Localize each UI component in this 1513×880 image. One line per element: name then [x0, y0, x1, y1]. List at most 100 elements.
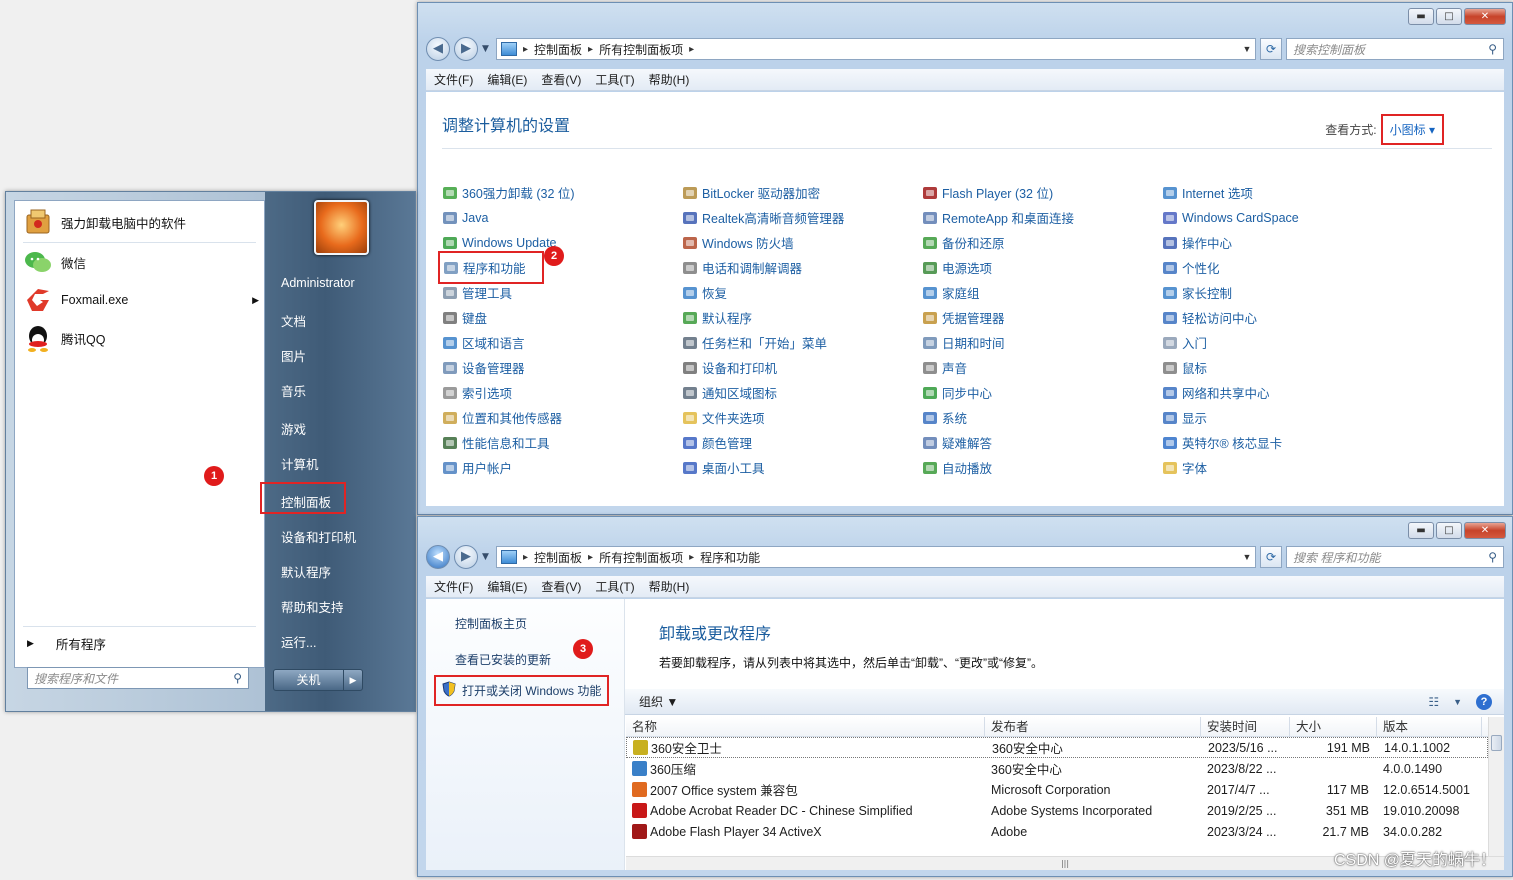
breadcrumb-item[interactable]: 所有控制面板项 [599, 549, 683, 566]
control-panel-item[interactable]: Internet 选项 [1162, 180, 1402, 205]
control-panel-item[interactable]: Windows 防火墙 [682, 230, 922, 255]
pinned-item[interactable]: 腾讯QQ [23, 323, 105, 353]
forward-button[interactable]: ▶ [454, 545, 478, 569]
chevron-down-icon[interactable]: ▼ [1239, 44, 1255, 54]
menu-view[interactable]: 查看(V) [541, 71, 581, 88]
menu-tools[interactable]: 工具(T) [595, 578, 634, 595]
control-panel-item[interactable]: 颜色管理 [682, 430, 922, 455]
refresh-button[interactable]: ⟳ [1260, 38, 1282, 60]
control-panel-item[interactable]: Realtek高清晰音频管理器 [682, 205, 922, 230]
places-item-run[interactable]: 运行... [281, 632, 316, 651]
chevron-down-icon[interactable]: ▼ [1239, 552, 1255, 562]
back-button[interactable]: ◀ [426, 37, 450, 61]
breadcrumb-item[interactable]: 程序和功能 [700, 549, 760, 566]
control-panel-item[interactable]: 设备和打印机 [682, 355, 922, 380]
menu-tools[interactable]: 工具(T) [595, 71, 634, 88]
menu-help[interactable]: 帮助(H) [649, 578, 690, 595]
places-item-default-programs[interactable]: 默认程序 [281, 562, 331, 581]
control-panel-item[interactable]: 默认程序 [682, 305, 922, 330]
control-panel-item[interactable]: 程序和功能 [438, 251, 544, 284]
menu-edit[interactable]: 编辑(E) [487, 578, 527, 595]
help-icon[interactable]: ? [1476, 693, 1492, 710]
control-panel-item[interactable]: 用户帐户 [442, 455, 682, 480]
pinned-item[interactable]: 强力卸载电脑中的软件 [23, 207, 186, 237]
control-panel-item[interactable]: 家庭组 [922, 280, 1162, 305]
address-bar[interactable]: ▸ 控制面板 ▸ 所有控制面板项 ▸ ▼ [496, 38, 1256, 60]
control-panel-item[interactable]: 个性化 [1162, 255, 1402, 280]
control-panel-item[interactable]: RemoteApp 和桌面连接 [922, 205, 1162, 230]
control-panel-item[interactable]: 系统 [922, 405, 1162, 430]
forward-button[interactable]: ▶ [454, 37, 478, 61]
address-bar[interactable]: ▸ 控制面板 ▸ 所有控制面板项 ▸ 程序和功能 ▼ [496, 546, 1256, 568]
link-windows-features[interactable]: 打开或关闭 Windows 功能 [434, 675, 610, 706]
recent-pages-dropdown[interactable]: ▼ [482, 44, 492, 54]
menu-file[interactable]: 文件(F) [434, 578, 473, 595]
control-panel-item[interactable]: 任务栏和「开始」菜单 [682, 330, 922, 355]
control-panel-item[interactable]: 通知区域图标 [682, 380, 922, 405]
control-panel-item[interactable]: 自动播放 [922, 455, 1162, 480]
menu-file[interactable]: 文件(F) [434, 71, 473, 88]
pinned-item[interactable]: 微信 [23, 247, 86, 277]
table-row[interactable]: Adobe Flash Player 34 ActiveX Adobe 2023/3… [626, 821, 1488, 842]
control-panel-item[interactable]: 性能信息和工具 [442, 430, 682, 455]
search-input[interactable]: 搜索 程序和功能 ⚲ [1286, 546, 1504, 568]
places-item-help[interactable]: 帮助和支持 [281, 597, 344, 616]
link-control-panel-home[interactable]: 控制面板主页 [455, 615, 527, 632]
close-button[interactable]: ✕ [1464, 8, 1506, 25]
control-panel-item[interactable]: 鼠标 [1162, 355, 1402, 380]
control-panel-item[interactable]: 360强力卸载 (32 位) [442, 180, 682, 205]
places-item-computer[interactable]: 计算机 [281, 454, 319, 473]
link-installed-updates[interactable]: 查看已安装的更新 [455, 651, 551, 668]
pinned-item[interactable]: Foxmail.exe ▶ [23, 285, 259, 315]
search-icon[interactable]: ⚲ [1488, 550, 1497, 564]
close-button[interactable]: ✕ [1464, 522, 1506, 539]
control-panel-item[interactable]: 入门 [1162, 330, 1402, 355]
places-item-devices-printers[interactable]: 设备和打印机 [281, 527, 356, 546]
places-item-games[interactable]: 游戏 [281, 419, 306, 438]
breadcrumb-item[interactable]: 控制面板 [534, 41, 582, 58]
control-panel-item[interactable]: 家长控制 [1162, 280, 1402, 305]
minimize-button[interactable]: ▬ [1408, 522, 1434, 539]
all-programs-button[interactable]: ▶ 所有程序 [27, 634, 106, 653]
maximize-button[interactable]: □ [1436, 522, 1462, 539]
search-icon[interactable]: ⚲ [233, 671, 242, 685]
control-panel-item[interactable]: 索引选项 [442, 380, 682, 405]
control-panel-item[interactable]: 电话和调制解调器 [682, 255, 922, 280]
places-item-documents[interactable]: 文档 [281, 311, 306, 330]
chevron-right-icon[interactable]: ▶ [344, 670, 362, 690]
submenu-arrow-icon[interactable]: ▶ [252, 295, 259, 306]
places-item-pictures[interactable]: 图片 [281, 346, 306, 365]
user-avatar[interactable] [314, 200, 369, 255]
column-install-date[interactable]: 安装时间 [1201, 716, 1290, 737]
control-panel-item[interactable]: 凭据管理器 [922, 305, 1162, 330]
column-size[interactable]: 大小 [1290, 716, 1377, 737]
control-panel-item[interactable]: 轻松访问中心 [1162, 305, 1402, 330]
menu-help[interactable]: 帮助(H) [649, 71, 690, 88]
refresh-button[interactable]: ⟳ [1260, 546, 1282, 568]
scrollbar-thumb[interactable] [1491, 735, 1502, 751]
shutdown-button[interactable]: 关机 ▶ [273, 669, 363, 691]
control-panel-item[interactable]: 恢复 [682, 280, 922, 305]
menu-edit[interactable]: 编辑(E) [487, 71, 527, 88]
table-row[interactable]: 360压缩 360安全中心 2023/8/22 ... 4.0.0.1490 [626, 758, 1488, 779]
column-name[interactable]: 名称 [626, 716, 985, 737]
menu-view[interactable]: 查看(V) [541, 578, 581, 595]
control-panel-item[interactable]: 键盘 [442, 305, 682, 330]
control-panel-item[interactable]: 字体 [1162, 455, 1402, 480]
control-panel-item[interactable]: 日期和时间 [922, 330, 1162, 355]
search-input[interactable]: 搜索控制面板 ⚲ [1286, 38, 1504, 60]
control-panel-item[interactable]: 电源选项 [922, 255, 1162, 280]
breadcrumb-item[interactable]: 控制面板 [534, 549, 582, 566]
table-row[interactable]: 360安全卫士 360安全中心 2023/5/16 ... 191 MB 14.0.1.… [626, 737, 1488, 758]
control-panel-item[interactable]: 显示 [1162, 405, 1402, 430]
control-panel-item[interactable]: 声音 [922, 355, 1162, 380]
control-panel-item[interactable]: 管理工具 [442, 280, 682, 305]
control-panel-item[interactable]: 桌面小工具 [682, 455, 922, 480]
control-panel-item[interactable]: 备份和还原 [922, 230, 1162, 255]
vertical-scrollbar[interactable] [1488, 717, 1504, 856]
organize-button[interactable]: 组织 ▼ [639, 693, 678, 710]
control-panel-item[interactable]: 操作中心 [1162, 230, 1402, 255]
back-button[interactable]: ◀ [426, 545, 450, 569]
table-row[interactable]: 2007 Office system 兼容包 Microsoft Corporat… [626, 779, 1488, 800]
places-item-administrator[interactable]: Administrator [281, 276, 355, 290]
